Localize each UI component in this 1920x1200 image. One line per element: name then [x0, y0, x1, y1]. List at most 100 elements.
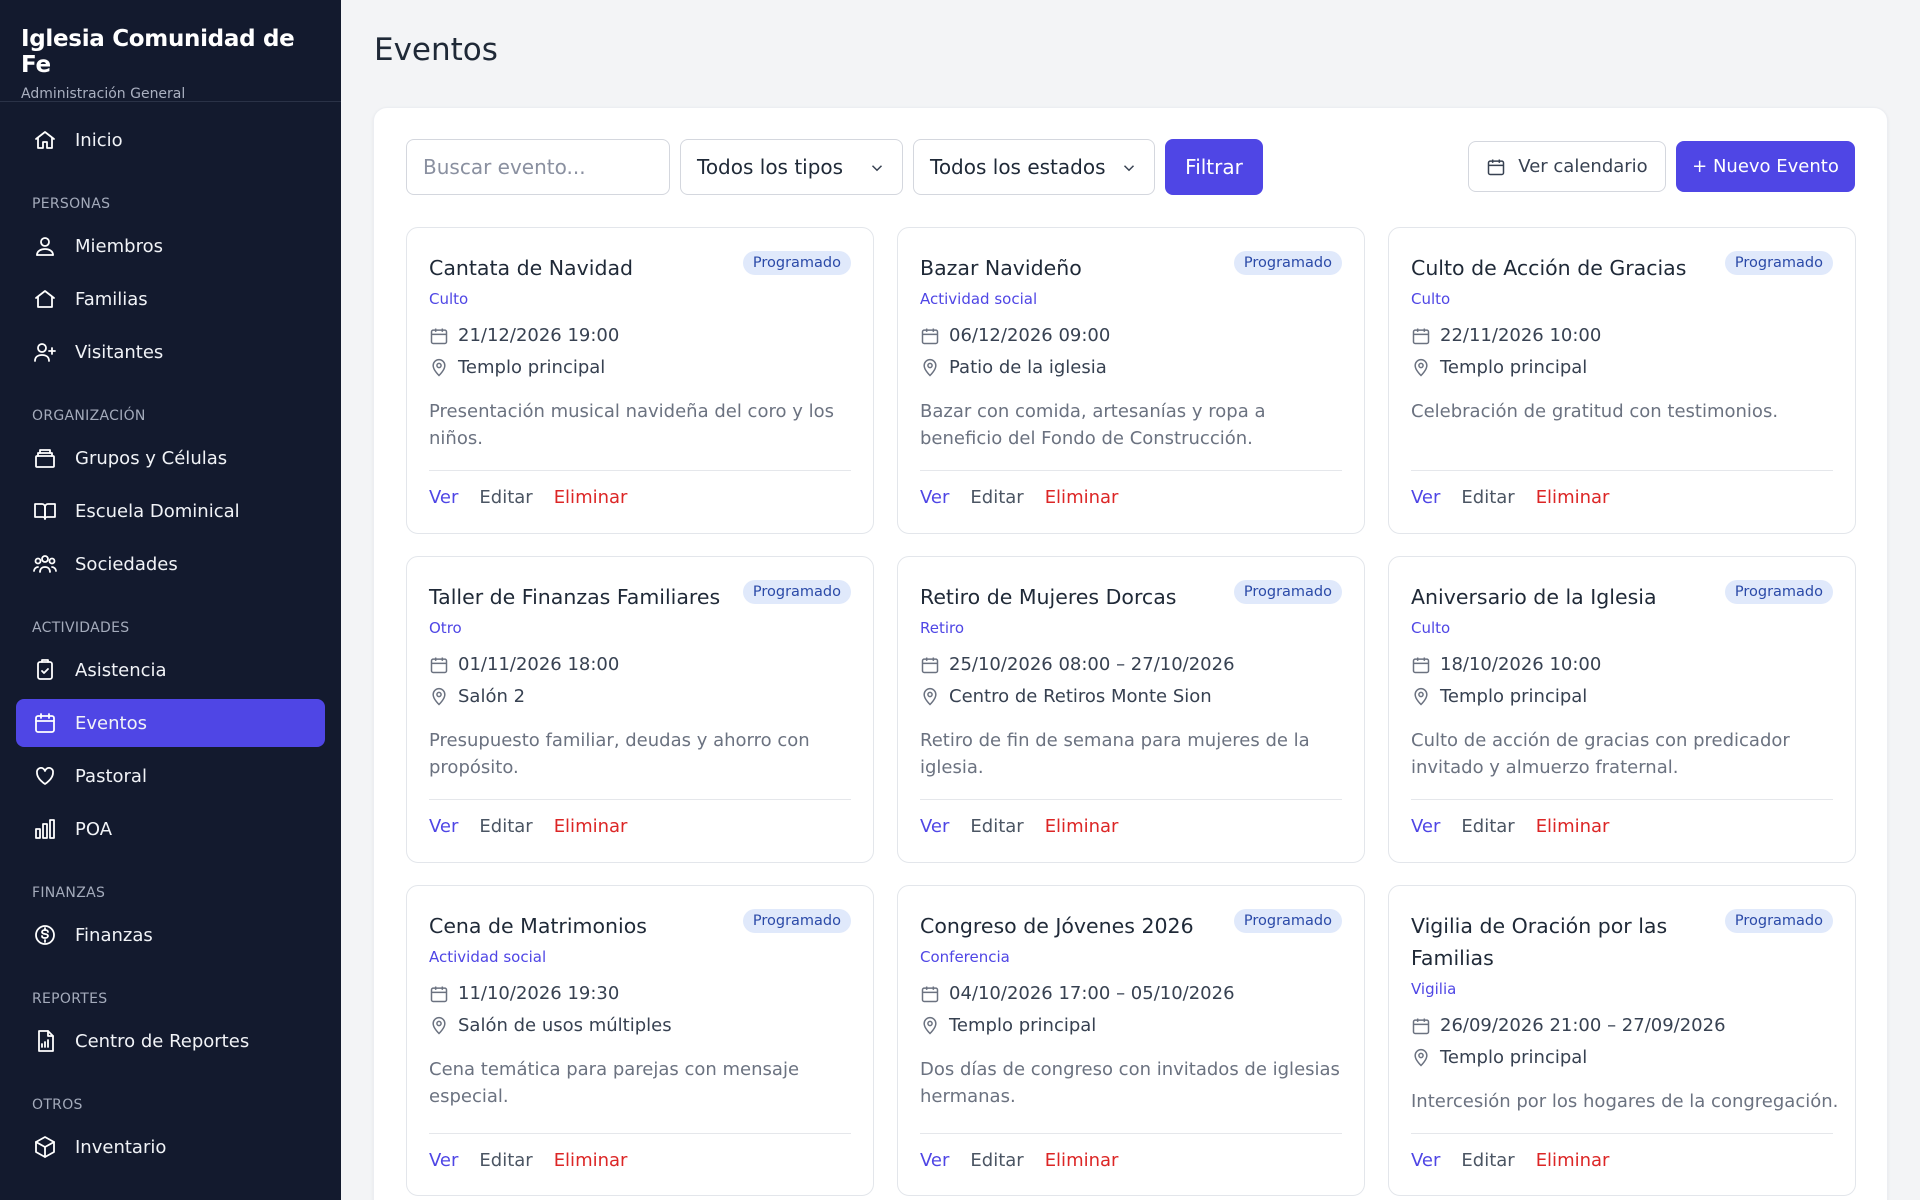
event-type: Conferencia — [920, 948, 1010, 966]
sidebar-item-inventario[interactable]: Inventario — [16, 1123, 325, 1171]
calendar-icon — [1411, 1016, 1440, 1036]
delete-link[interactable]: Eliminar — [554, 816, 628, 837]
event-type: Actividad social — [429, 948, 547, 966]
edit-link[interactable]: Editar — [479, 1150, 532, 1171]
sidebar: Iglesia Comunidad de Fe Administración G… — [0, 0, 341, 1200]
clipboard-check-icon — [32, 657, 58, 683]
event-type: Culto — [1411, 619, 1451, 637]
edit-link[interactable]: Editar — [1461, 1150, 1514, 1171]
event-description: Culto de acción de gracias con predicado… — [1411, 730, 1790, 778]
delete-link[interactable]: Eliminar — [554, 1150, 628, 1171]
card-divider — [920, 1133, 1342, 1134]
event-location-text: Templo principal — [949, 1015, 1097, 1036]
nav-section-finanzas: FINANZAS — [32, 885, 106, 901]
edit-link[interactable]: Editar — [970, 816, 1023, 837]
edit-link[interactable]: Editar — [479, 487, 532, 508]
delete-link[interactable]: Eliminar — [1045, 487, 1119, 508]
sidebar-item-finanzas[interactable]: Finanzas — [16, 911, 325, 959]
events-panel: Todos los tipos Todos los estados Filtra… — [373, 107, 1888, 1200]
event-date-text: 25/10/2026 08:00 – 27/10/2026 — [949, 654, 1235, 675]
calendar-icon — [1411, 655, 1440, 675]
card-actions: Ver Editar Eliminar — [1411, 487, 1630, 508]
view-link[interactable]: Ver — [1411, 487, 1440, 508]
event-location: Templo principal — [1411, 357, 1587, 378]
view-calendar-button[interactable]: Ver calendario — [1468, 141, 1666, 192]
event-title: Culto de Acción de Gracias — [1411, 256, 1687, 280]
home-icon — [32, 127, 58, 153]
search-input[interactable] — [406, 139, 670, 195]
sidebar-item-escuela[interactable]: Escuela Dominical — [16, 487, 325, 535]
view-link[interactable]: Ver — [429, 487, 458, 508]
page-title: Eventos — [374, 32, 498, 68]
sidebar-item-label: Inicio — [75, 129, 123, 151]
event-type: Vigilia — [1411, 980, 1457, 998]
status-select-value: Todos los estados — [930, 155, 1106, 179]
event-description: Presupuesto familiar, deudas y ahorro co… — [429, 730, 810, 778]
type-select[interactable]: Todos los tipos — [680, 139, 903, 195]
report-icon — [32, 1028, 58, 1054]
layers-icon — [32, 445, 58, 471]
sidebar-item-eventos[interactable]: Eventos — [16, 699, 325, 747]
location-pin-icon — [429, 1016, 458, 1036]
sidebar-item-grupos[interactable]: Grupos y Células — [16, 434, 325, 482]
sidebar-item-miembros[interactable]: Miembros — [16, 222, 325, 270]
edit-link[interactable]: Editar — [1461, 487, 1514, 508]
event-title: Bazar Navideño — [920, 256, 1082, 280]
view-link[interactable]: Ver — [1411, 1150, 1440, 1171]
edit-link[interactable]: Editar — [970, 1150, 1023, 1171]
event-date-text: 04/10/2026 17:00 – 05/10/2026 — [949, 983, 1235, 1004]
delete-link[interactable]: Eliminar — [1536, 816, 1610, 837]
event-title: Retiro de Mujeres Dorcas — [920, 585, 1177, 609]
view-link[interactable]: Ver — [1411, 816, 1440, 837]
sidebar-item-sociedades[interactable]: Sociedades — [16, 540, 325, 588]
sidebar-item-pastoral[interactable]: Pastoral — [16, 752, 325, 800]
event-date-text: 18/10/2026 10:00 — [1440, 654, 1602, 675]
event-card: Vigilia de Oración por las Familias Progr… — [1388, 885, 1856, 1196]
sidebar-item-label: Sociedades — [75, 553, 178, 575]
event-description: Celebración de gratitud con testimonios. — [1411, 401, 1779, 422]
sidebar-item-poa[interactable]: POA — [16, 805, 325, 853]
event-description: Presentación musical navideña del coro y… — [429, 401, 834, 449]
sidebar-item-familias[interactable]: Familias — [16, 275, 325, 323]
card-divider — [429, 799, 851, 800]
event-date: 06/12/2026 09:00 — [920, 325, 1110, 346]
edit-link[interactable]: Editar — [970, 487, 1023, 508]
event-location: Salón 2 — [429, 686, 525, 707]
view-link[interactable]: Ver — [429, 1150, 458, 1171]
event-location: Centro de Retiros Monte Sion — [920, 686, 1212, 707]
view-calendar-label: Ver calendario — [1518, 156, 1648, 177]
delete-link[interactable]: Eliminar — [1045, 816, 1119, 837]
event-description: Cena temática para parejas con mensaje e… — [429, 1059, 800, 1107]
new-event-button[interactable]: + Nuevo Evento — [1676, 141, 1855, 192]
calendar-icon — [1411, 326, 1440, 346]
delete-link[interactable]: Eliminar — [554, 487, 628, 508]
edit-link[interactable]: Editar — [479, 816, 532, 837]
edit-link[interactable]: Editar — [1461, 816, 1514, 837]
toolbar: Todos los tipos Todos los estados Filtra… — [406, 139, 1855, 195]
delete-link[interactable]: Eliminar — [1536, 487, 1610, 508]
sidebar-item-visitantes[interactable]: Visitantes — [16, 328, 325, 376]
event-date-text: 06/12/2026 09:00 — [949, 325, 1111, 346]
sidebar-item-label: Asistencia — [75, 659, 167, 681]
calendar-icon — [920, 326, 949, 346]
sidebar-item-label: POA — [75, 818, 113, 840]
event-location-text: Patio de la iglesia — [949, 357, 1107, 378]
view-link[interactable]: Ver — [920, 816, 949, 837]
view-link[interactable]: Ver — [429, 816, 458, 837]
status-select[interactable]: Todos los estados — [913, 139, 1155, 195]
event-location-text: Salón 2 — [458, 686, 526, 707]
book-icon — [32, 498, 58, 524]
delete-link[interactable]: Eliminar — [1536, 1150, 1610, 1171]
sidebar-item-reportes[interactable]: Centro de Reportes — [16, 1017, 325, 1065]
event-location: Patio de la iglesia — [920, 357, 1107, 378]
sidebar-item-inicio[interactable]: Inicio — [16, 116, 325, 164]
card-actions: Ver Editar Eliminar — [920, 1150, 1139, 1171]
filter-button[interactable]: Filtrar — [1165, 139, 1263, 195]
location-pin-icon — [429, 687, 458, 707]
event-card: Cantata de Navidad Programado Culto 21/12/2… — [406, 227, 874, 534]
sidebar-item-asistencia[interactable]: Asistencia — [16, 646, 325, 694]
view-link[interactable]: Ver — [920, 1150, 949, 1171]
location-pin-icon — [1411, 1048, 1440, 1068]
delete-link[interactable]: Eliminar — [1045, 1150, 1119, 1171]
view-link[interactable]: Ver — [920, 487, 949, 508]
